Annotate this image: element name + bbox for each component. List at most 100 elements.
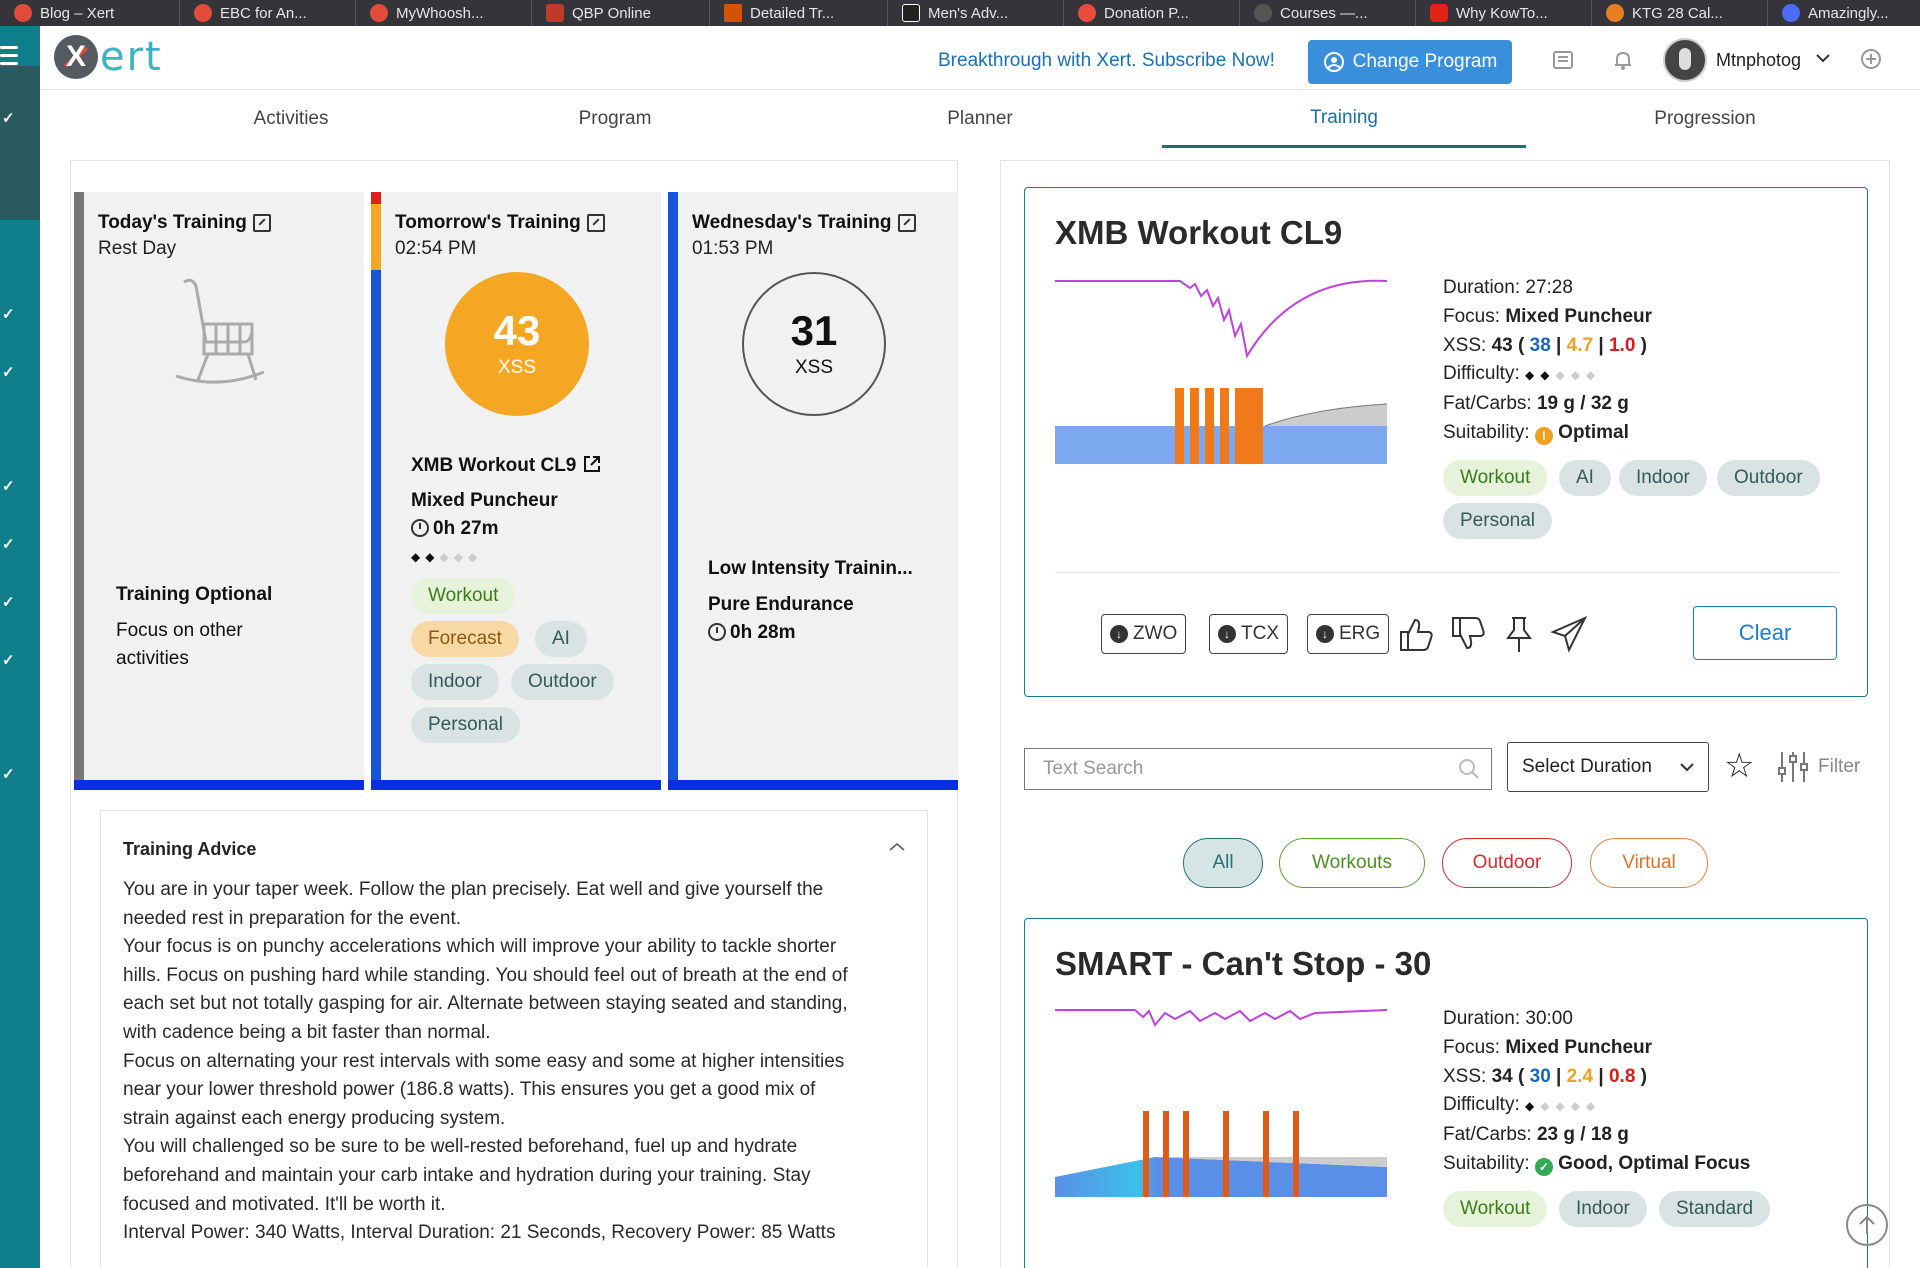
tomorrow-card[interactable]: Tomorrow's Training 02:54 PM 43 XSS XMB …	[371, 192, 661, 790]
download-icon: ↓	[1316, 625, 1334, 643]
download-erg-button[interactable]: ↓ ERG	[1307, 614, 1390, 654]
clear-button[interactable]: Clear	[1693, 606, 1837, 660]
star-icon[interactable]: ☆	[1724, 746, 1754, 786]
change-program-button[interactable]: Change Program	[1308, 40, 1512, 84]
calendar-edit-icon[interactable]	[252, 214, 271, 232]
search-input[interactable]	[1025, 749, 1445, 789]
check-icon: ✓	[2, 478, 15, 495]
favicon-icon	[1606, 4, 1624, 22]
tag-chip: Outdoor	[1717, 460, 1820, 496]
tag-chip: Indoor	[1559, 1191, 1647, 1227]
bookmark-item[interactable]: Detailed Tr...	[710, 0, 888, 26]
search-icon[interactable]	[1457, 757, 1481, 781]
card-status-marker	[371, 192, 381, 204]
workout-duration: 0h 28m	[708, 622, 795, 644]
download-zwo-button[interactable]: ↓ ZWO	[1101, 614, 1187, 654]
tag-chip: Outdoor	[511, 664, 614, 700]
wednesday-card[interactable]: Wednesday's Training 01:53 PM 31 XSS Low…	[668, 192, 958, 790]
thumbs-down-icon[interactable]	[1449, 614, 1489, 654]
tab-training[interactable]: Training	[1162, 90, 1526, 148]
workout-info: Duration: 30:00 Focus: Mixed Puncheur XS…	[1443, 1008, 1751, 1176]
filter-sliders-icon[interactable]	[1776, 750, 1810, 784]
bookmark-item[interactable]: Why KowTo...	[1416, 0, 1592, 26]
bookmarks-bar: Blog – Xert EBC for An... MyWhoosh... QB…	[0, 0, 1920, 26]
rail-active-section	[0, 66, 40, 220]
tab-activities[interactable]: Activities	[136, 90, 446, 148]
chevron-down-icon[interactable]	[1816, 50, 1830, 66]
filter-outdoor-pill[interactable]: Outdoor	[1442, 838, 1572, 888]
favicon-icon	[1254, 4, 1272, 22]
bookmark-item[interactable]: QBP Online	[532, 0, 710, 26]
today-card[interactable]: Today's Training Rest Day Training Optio…	[74, 192, 364, 790]
download-icon: ↓	[1110, 625, 1128, 643]
workout-card[interactable]: SMART - Can't Stop - 30 Duration: 30:00 …	[1024, 918, 1868, 1268]
tab-program[interactable]: Program	[460, 90, 770, 148]
tag-chip: Personal	[411, 707, 520, 743]
add-circle-icon[interactable]	[1858, 48, 1884, 74]
bookmark-item[interactable]: EBC for An...	[180, 0, 356, 26]
calendar-edit-icon[interactable]	[586, 214, 605, 232]
tag-chip: Workout	[1443, 1191, 1548, 1227]
card-bottom-bar	[668, 780, 958, 790]
bell-icon[interactable]	[1610, 48, 1636, 74]
bookmark-item[interactable]: Blog – Xert	[0, 0, 180, 26]
news-icon[interactable]	[1550, 48, 1576, 74]
filter-workouts-pill[interactable]: Workouts	[1279, 838, 1425, 888]
filter-label[interactable]: Filter	[1818, 756, 1860, 778]
scroll-to-top-button[interactable]	[1846, 1204, 1888, 1246]
workout-link[interactable]: XMB Workout CL9	[411, 454, 602, 477]
favicon-icon	[1430, 4, 1448, 22]
favicon-icon	[724, 4, 742, 22]
download-tcx-button[interactable]: ↓ TCX	[1209, 614, 1288, 654]
tag-chip: Workout	[1443, 460, 1548, 496]
text-search	[1024, 748, 1492, 790]
bookmark-item[interactable]: KTG 28 Cal...	[1592, 0, 1768, 26]
duration-select[interactable]: Select Duration	[1507, 742, 1709, 792]
card-title: Tomorrow's Training	[395, 212, 605, 234]
check-icon: ✓	[2, 364, 15, 381]
filter-all-pill[interactable]: All	[1183, 838, 1263, 888]
favicon-icon	[370, 4, 388, 22]
difficulty-diamonds: ◆◆◆◆◆	[1525, 1099, 1602, 1114]
tag-chip: Indoor	[1619, 460, 1707, 496]
thumbs-up-icon[interactable]	[1397, 614, 1437, 654]
calendar-edit-icon[interactable]	[897, 214, 916, 232]
tab-planner[interactable]: Planner	[825, 90, 1135, 148]
filter-virtual-pill[interactable]: Virtual	[1590, 838, 1708, 888]
card-desc: activities	[116, 648, 189, 669]
card-status-bar	[371, 192, 381, 790]
difficulty-diamonds: ◆◆◆◆◆	[1525, 368, 1602, 383]
workout-link[interactable]: Low Intensity Trainin...	[708, 558, 913, 580]
check-icon: ✓	[2, 766, 15, 783]
workout-focus: Pure Endurance	[708, 594, 854, 615]
chevron-down-icon	[1680, 763, 1694, 772]
tag-chip: AI	[1559, 460, 1611, 496]
bookmark-item[interactable]: MyWhoosh...	[356, 0, 532, 26]
card-title: Wednesday's Training	[692, 212, 916, 234]
advice-body: You are in your taper week. Follow the p…	[123, 879, 848, 1244]
workout-graph	[1055, 1009, 1387, 1197]
hamburger-icon[interactable]	[0, 46, 18, 70]
xert-logo[interactable]: X ert	[54, 34, 163, 80]
bookmark-item[interactable]: Donation P...	[1064, 0, 1240, 26]
chevron-up-icon[interactable]	[889, 839, 905, 855]
clock-icon	[708, 623, 726, 641]
send-icon[interactable]	[1549, 614, 1589, 654]
card-title: Today's Training	[98, 212, 271, 234]
logo-text: ert	[100, 34, 163, 80]
favicon-icon	[194, 4, 212, 22]
bookmark-item[interactable]: Men's Adv...	[888, 0, 1064, 26]
bookmark-item[interactable]: Amazingly...	[1768, 0, 1920, 26]
advice-title: Training Advice	[123, 839, 257, 859]
card-subtitle: 02:54 PM	[395, 238, 477, 259]
tag-chip: Standard	[1659, 1191, 1771, 1227]
pin-icon[interactable]	[1499, 614, 1539, 654]
avatar[interactable]	[1663, 38, 1707, 82]
bookmark-item[interactable]: Courses —...	[1240, 0, 1416, 26]
workout-graph	[1055, 279, 1387, 464]
subscribe-link[interactable]: Breakthrough with Xert. Subscribe Now!	[938, 50, 1275, 72]
featured-workout-card[interactable]: XMB Workout CL9 Duration: 27:28 Focus: M…	[1024, 187, 1868, 697]
tab-progression[interactable]: Progression	[1550, 90, 1860, 148]
tag-chip: Personal	[1443, 503, 1552, 539]
username[interactable]: Mtnphotog	[1716, 50, 1801, 71]
